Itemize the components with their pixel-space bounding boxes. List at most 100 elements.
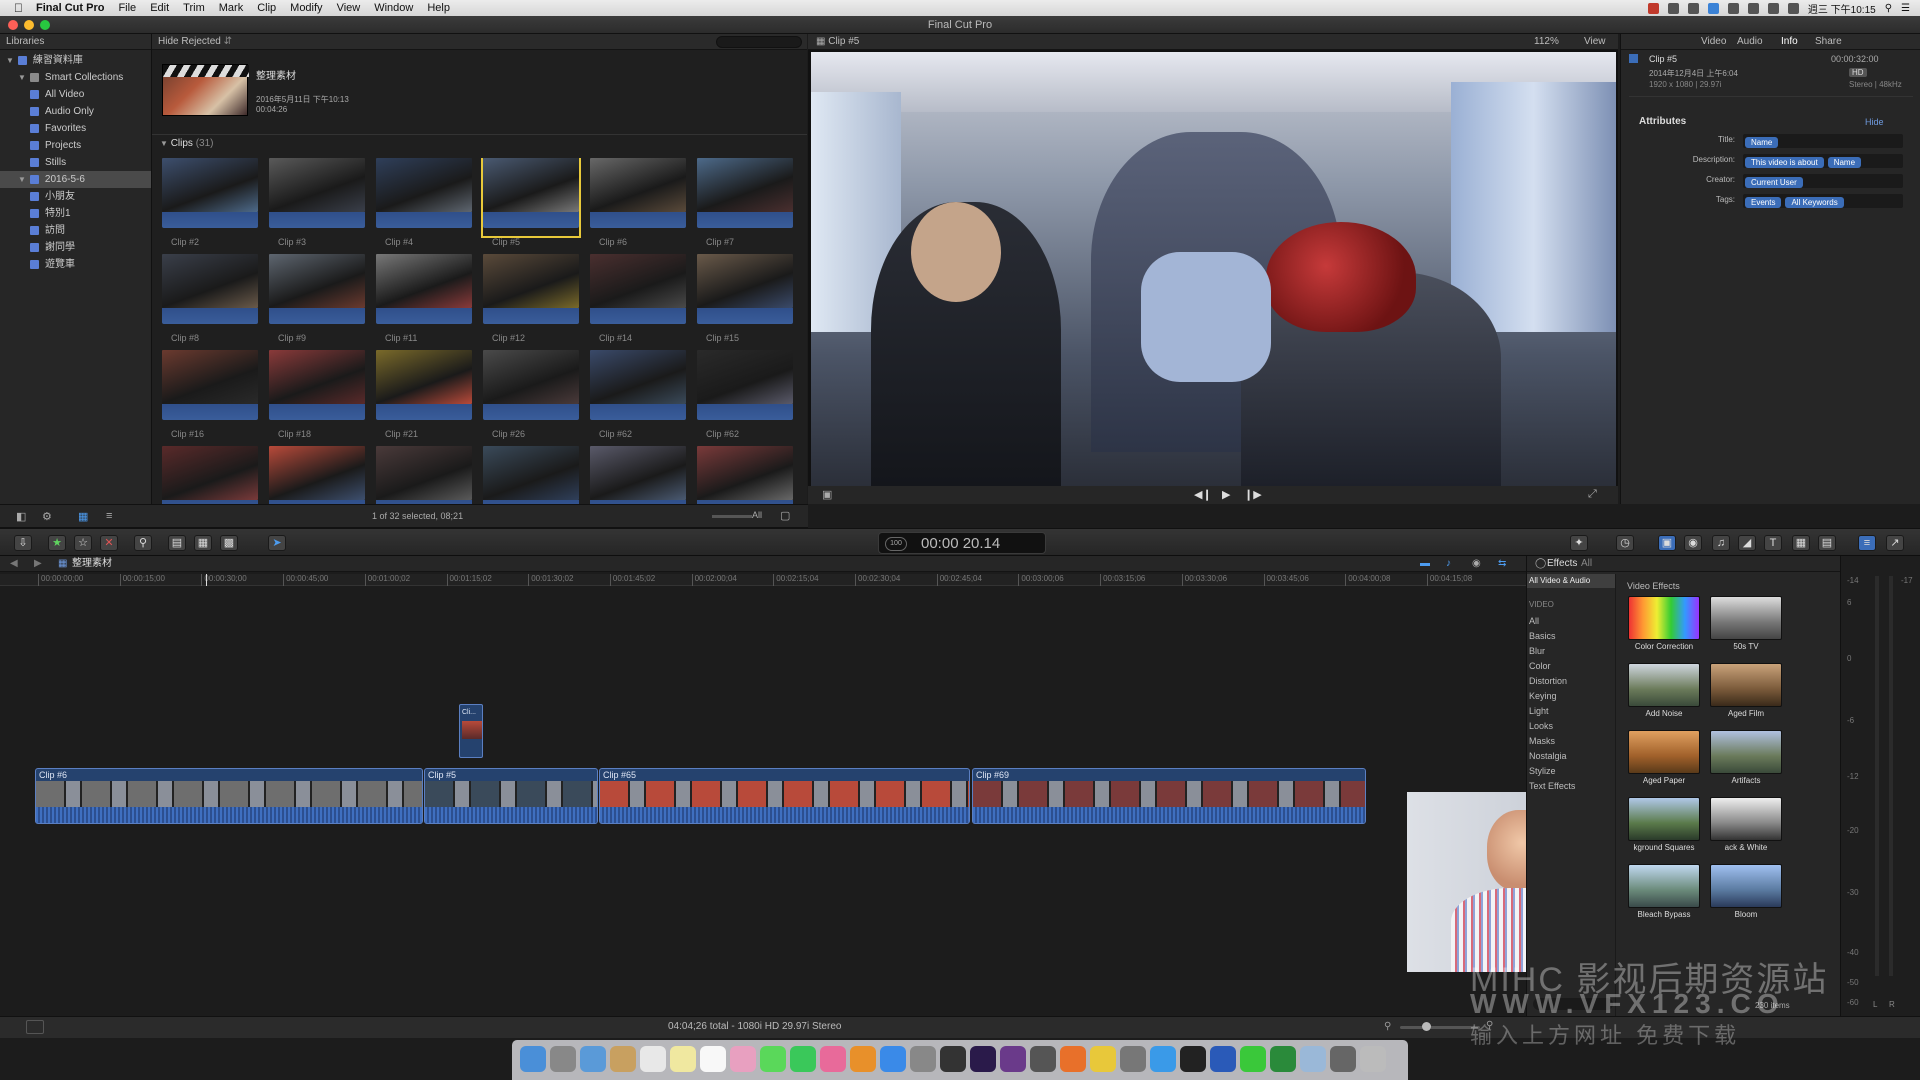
zoom-out-icon[interactable]: ⚲ xyxy=(1384,1021,1391,1032)
effects-category[interactable]: Masks xyxy=(1527,734,1615,749)
library-item[interactable]: Audio Only xyxy=(0,103,151,120)
connected-clip[interactable]: Cli... xyxy=(459,704,483,758)
library-item[interactable]: ▼ 2016-5-6 xyxy=(0,171,151,188)
folder-icon[interactable] xyxy=(1300,1046,1326,1072)
keyword-icon[interactable]: ⚲ xyxy=(134,535,152,551)
attribute-token[interactable]: Name xyxy=(1827,157,1862,168)
favorite-icon[interactable]: ★ xyxy=(48,535,66,551)
timeline-ruler[interactable]: 00:00:00;00 00:00:15;00 00:00:30;00 00:00:4… xyxy=(0,574,1526,586)
timeline-index-toggle-icon[interactable] xyxy=(26,1020,44,1034)
library-item[interactable]: 訪問 xyxy=(0,222,151,239)
tab-video[interactable]: Video xyxy=(1701,34,1726,50)
music-browser-icon[interactable]: ♫ xyxy=(1712,535,1730,551)
attribute-token[interactable]: This video is about xyxy=(1745,157,1824,168)
list-view-icon[interactable]: ≡ xyxy=(106,510,112,522)
effect-thumbnail[interactable] xyxy=(1710,730,1782,774)
import-icon[interactable]: ⇩ xyxy=(14,535,32,551)
clip-thumbnail[interactable]: Clip #12 xyxy=(483,254,579,343)
menu-app[interactable]: Final Cut Pro xyxy=(29,2,111,14)
compressor-icon[interactable] xyxy=(1030,1046,1056,1072)
reminders-icon[interactable] xyxy=(700,1046,726,1072)
zoom-slider-knob[interactable] xyxy=(1422,1022,1431,1031)
photos-browser-icon[interactable]: ◉ xyxy=(1684,535,1702,551)
menu-mark[interactable]: Mark xyxy=(212,2,250,14)
insert-clip-icon[interactable]: ▦ xyxy=(194,535,212,551)
volume-icon[interactable] xyxy=(1767,2,1779,14)
append-clip-icon[interactable]: ▩ xyxy=(220,535,238,551)
browser-search-input[interactable] xyxy=(716,36,802,48)
word-icon[interactable] xyxy=(1210,1046,1236,1072)
menu-modify[interactable]: Modify xyxy=(283,2,329,14)
menu-file[interactable]: File xyxy=(111,2,143,14)
clip-thumbnail[interactable]: Clip #4 xyxy=(376,158,472,247)
library-item[interactable]: 遊覽車 xyxy=(0,256,151,273)
camtasia-icon[interactable] xyxy=(1270,1046,1296,1072)
connect-clip-icon[interactable]: ▤ xyxy=(168,535,186,551)
clip-thumbnail[interactable] xyxy=(269,446,365,504)
chrome-icon[interactable] xyxy=(1090,1046,1116,1072)
timeline-clip[interactable]: Clip #5 xyxy=(424,768,598,824)
clip-appearance-icon[interactable]: ▢ xyxy=(780,509,790,522)
notes-icon[interactable] xyxy=(670,1046,696,1072)
timeline-clip[interactable]: Clip #65 xyxy=(599,768,970,824)
menu-clock[interactable]: 週三 下午10:15 xyxy=(1808,1,1876,16)
zoom-window-icon[interactable] xyxy=(40,20,50,30)
library-item[interactable]: All Video xyxy=(0,86,151,103)
clip-thumbnail[interactable]: Clip #11 xyxy=(376,254,472,343)
trash-icon[interactable] xyxy=(1360,1046,1386,1072)
spotlight-icon[interactable]: ⚲ xyxy=(1885,3,1892,14)
video-frame[interactable] xyxy=(811,52,1616,486)
clip-thumbnail[interactable]: Clip #14 xyxy=(590,254,686,343)
effect-thumbnail[interactable] xyxy=(1710,864,1782,908)
apple-icon[interactable]:  xyxy=(0,1,29,15)
library-item[interactable]: Stills xyxy=(0,154,151,171)
wifi-icon[interactable] xyxy=(1747,2,1759,14)
terminal-icon[interactable] xyxy=(1180,1046,1206,1072)
effect-thumbnail[interactable] xyxy=(1628,797,1700,841)
themes-browser-icon[interactable]: ▤ xyxy=(1818,535,1836,551)
filmstrip-view-icon[interactable]: ▦ xyxy=(78,510,88,523)
effects-category[interactable]: Distortion xyxy=(1527,674,1615,689)
effects-category-selected[interactable]: All Video & Audio xyxy=(1527,574,1615,588)
library-toggle-icon[interactable]: ◧ xyxy=(16,510,26,523)
library-item[interactable]: 小朋友 xyxy=(0,188,151,205)
menu-clip[interactable]: Clip xyxy=(250,2,283,14)
contacts-icon[interactable] xyxy=(610,1046,636,1072)
clip-thumbnail[interactable]: Clip #15 xyxy=(697,254,793,343)
clip-thumbnail[interactable]: Clip #18 xyxy=(269,350,365,439)
titles-browser-icon[interactable]: T xyxy=(1764,535,1782,551)
timeline-clip[interactable]: Clip #69 xyxy=(972,768,1366,824)
clip-thumbnail[interactable] xyxy=(376,446,472,504)
clip-thumbnail[interactable]: Clip #7 xyxy=(697,158,793,247)
timeline-forward-icon[interactable]: ▶ xyxy=(34,556,42,572)
finder-icon[interactable] xyxy=(520,1046,546,1072)
photos-icon[interactable] xyxy=(730,1046,756,1072)
attribute-token[interactable]: Events xyxy=(1745,197,1782,208)
minimize-window-icon[interactable] xyxy=(24,20,34,30)
effect-thumbnail[interactable] xyxy=(1628,730,1700,774)
effect-thumbnail[interactable] xyxy=(1710,596,1782,640)
action-gear-icon[interactable]: ⚙ xyxy=(42,510,52,523)
effects-browser-icon[interactable]: ▣ xyxy=(1658,535,1676,551)
menu-view[interactable]: View xyxy=(330,2,368,14)
line-icon[interactable] xyxy=(1240,1046,1266,1072)
viewer-view-menu[interactable]: View xyxy=(1584,34,1606,50)
effects-category[interactable]: Stylize xyxy=(1527,764,1615,779)
enhance-icon[interactable]: ✦ xyxy=(1570,535,1588,551)
attribute-field[interactable]: Current User xyxy=(1743,174,1903,188)
select-tool-icon[interactable]: ➤ xyxy=(268,535,286,551)
mail-icon[interactable] xyxy=(580,1046,606,1072)
notification-icon[interactable]: ☰ xyxy=(1901,3,1910,14)
project-thumbnail[interactable] xyxy=(162,64,249,116)
clips-section-header[interactable]: ▼ Clips (31) xyxy=(160,138,214,149)
clip-thumbnail[interactable]: Clip #8 xyxy=(162,254,258,343)
attributes-hide-button[interactable]: Hide xyxy=(1865,117,1884,127)
messages-icon[interactable] xyxy=(760,1046,786,1072)
effect-thumbnail[interactable] xyxy=(1628,596,1700,640)
transitions-browser-icon[interactable]: ◢ xyxy=(1738,535,1756,551)
safari-icon[interactable] xyxy=(1150,1046,1176,1072)
share-icon[interactable]: ↗ xyxy=(1886,535,1904,551)
motion-icon[interactable] xyxy=(1000,1046,1026,1072)
clip-thumbnail[interactable] xyxy=(590,446,686,504)
dropbox-icon[interactable] xyxy=(1707,2,1719,14)
